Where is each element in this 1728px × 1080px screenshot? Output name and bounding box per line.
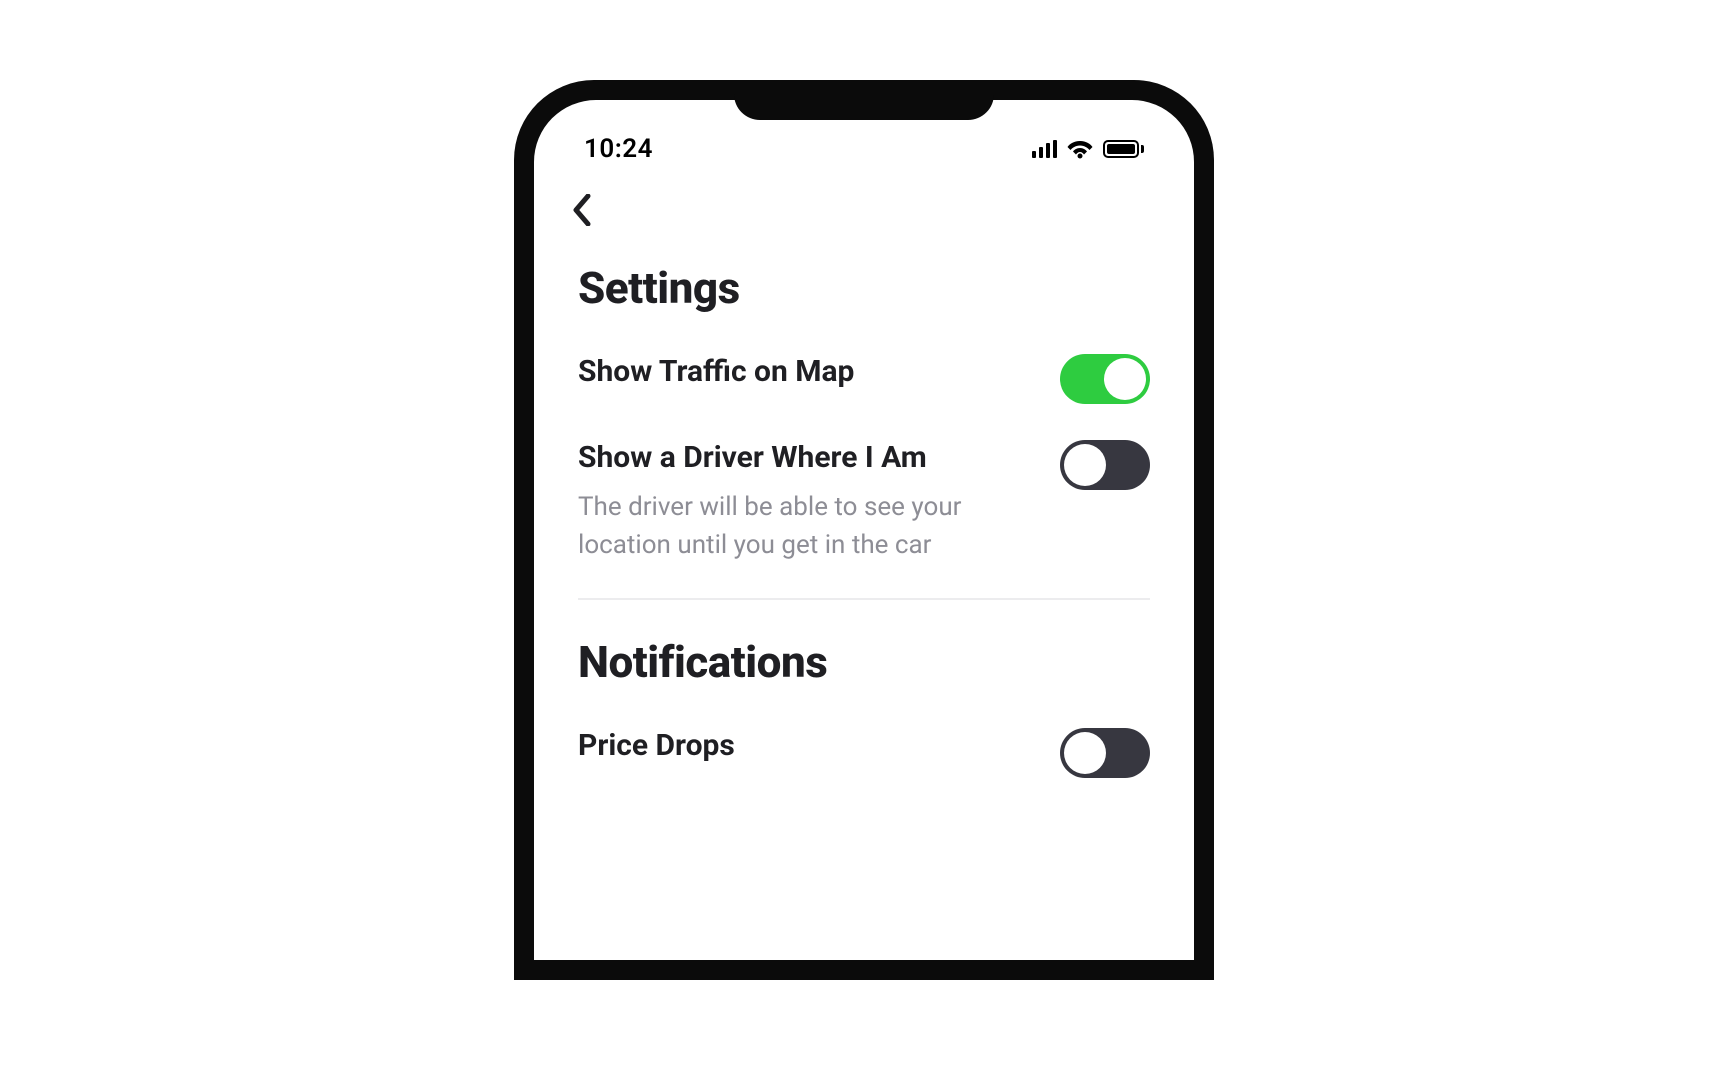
setting-row-driver-location: Show a Driver Where I Am The driver will… [578,438,1150,564]
toggle-knob [1104,358,1146,400]
setting-text: Show a Driver Where I Am The driver will… [578,438,1060,564]
setting-description: The driver will be able to see your loca… [578,489,1036,564]
content-area: Settings Show Traffic on Map Show a Driv… [534,170,1194,778]
wifi-icon [1067,139,1093,159]
chevron-left-icon [572,194,592,226]
setting-row-price-drops: Price Drops [578,726,1150,778]
toggle-knob [1064,444,1106,486]
status-icons [1032,139,1144,159]
section-title-notifications: Notifications [578,636,1150,688]
setting-label: Price Drops [578,726,1036,765]
phone-screen: 10:24 [534,100,1194,960]
section-divider [578,598,1150,600]
phone-frame: 10:24 [514,80,1214,980]
setting-label: Show Traffic on Map [578,352,1036,391]
setting-text: Price Drops [578,726,1060,765]
status-time: 10:24 [584,134,653,164]
section-title-settings: Settings [578,262,1150,314]
cellular-signal-icon [1032,140,1057,158]
phone-notch [734,80,994,120]
setting-row-traffic: Show Traffic on Map [578,352,1150,404]
toggle-driver-location[interactable] [1060,440,1150,490]
setting-label: Show a Driver Where I Am [578,438,1036,477]
toggle-knob [1064,732,1106,774]
battery-icon [1103,140,1144,158]
toggle-price-drops[interactable] [1060,728,1150,778]
toggle-traffic[interactable] [1060,354,1150,404]
setting-text: Show Traffic on Map [578,352,1060,391]
back-button[interactable] [572,190,612,230]
